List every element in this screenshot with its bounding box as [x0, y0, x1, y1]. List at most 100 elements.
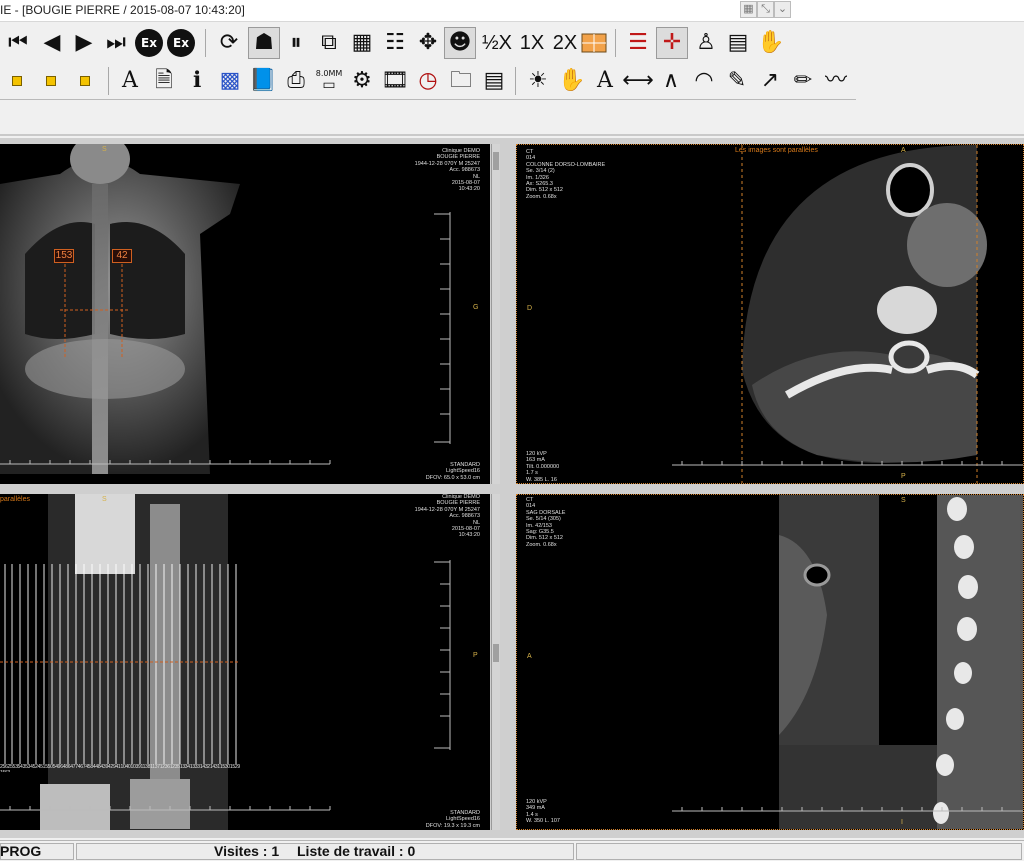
print-button[interactable]: ⎙	[280, 65, 312, 97]
target-person-button[interactable]: ✛	[656, 27, 688, 59]
person-button[interactable]: ♙	[690, 27, 722, 59]
pencil-d-icon: ✏	[793, 68, 813, 93]
scale-button[interactable]: 8.0MM ▭	[313, 65, 345, 97]
hand-d-icon: ✋	[558, 68, 586, 93]
image-viewer: 153 42 S G Clinique DEMO BOUGIE PIERRE 1…	[0, 138, 1024, 838]
patient-info: Clinique DEMO BOUGIE PIERRE 1944-12-28 0…	[414, 148, 480, 193]
stack-button[interactable]: ▤	[722, 27, 754, 59]
pixel-grid-button[interactable]: ▩	[214, 65, 246, 97]
marker-row-3-button[interactable]	[68, 65, 102, 97]
split-view-icon: ⧉	[321, 30, 337, 55]
multi-patient-button[interactable]: ☷	[379, 27, 411, 59]
rotate-icon: ⟳	[219, 30, 239, 55]
film-icon: 🎞	[381, 68, 409, 93]
app-window: IE - [BOUGIE PIERRE / 2015-08-07 10:43:2…	[0, 0, 1024, 861]
rotate-button[interactable]: ⟳	[213, 27, 245, 59]
text-d-icon: A	[597, 68, 613, 93]
viewport-scout[interactable]: 153 42 S G Clinique DEMO BOUGIE PIERRE 1…	[0, 144, 490, 484]
stack-icon: ▤	[727, 30, 749, 55]
move-arrows-icon: ✥	[418, 30, 438, 55]
chevron-down-icon[interactable]: ⌄	[774, 1, 791, 18]
single-body-button[interactable]: ☗	[248, 27, 280, 59]
status-panel	[576, 843, 1022, 860]
toolbar-tools: A 🗎 ℹ ▩ 📘 ⎙ 8.0MM ▭ ⚙ 🎞 ◷ 🗀 ▤ ☀ ✋ A ⟷ ∧ ◠…	[0, 62, 856, 100]
marker-row-2-button[interactable]	[34, 65, 68, 97]
text-tool-button[interactable]: A	[114, 65, 146, 97]
coronal-scrollbar[interactable]	[491, 494, 500, 830]
pencil-d-button[interactable]: ✏	[787, 65, 819, 97]
multi-patient-icon: ☷	[385, 30, 405, 55]
scrollbar-thumb[interactable]	[493, 644, 499, 662]
grid-layout-button[interactable]: ▦	[346, 27, 378, 59]
scrollbar-thumb[interactable]	[493, 152, 499, 170]
link-button[interactable]: ⚙	[346, 65, 378, 97]
hand-d-button[interactable]: ✋	[556, 65, 588, 97]
viewport-coronal[interactable]: parallèles S P 256 255 354 353 452 451 5…	[0, 494, 490, 830]
acquisition-info: 120 kVP 163 mA Tilt. 0.000000 1.7 s W. 3…	[526, 451, 560, 483]
parallel-annotation: Les images sont parallèles	[735, 147, 818, 154]
viewport-axial[interactable]: Les images sont parallèles A D P CT 014 …	[516, 144, 1024, 484]
first-image-button[interactable]: ⏮	[2, 27, 34, 59]
angle-d-icon: ∧	[662, 68, 680, 93]
clock-button[interactable]: ◷	[412, 65, 444, 97]
maximize-icon[interactable]: ▦	[740, 1, 757, 18]
patient-info: Clinique DEMO BOUGIE PIERRE 1944-12-28 0…	[414, 494, 480, 539]
ex-prev-icon: Ex	[141, 36, 157, 50]
ruler-person-button[interactable]: ☰	[622, 27, 654, 59]
coronal-image	[0, 494, 490, 830]
line-d-button[interactable]: ⟷	[622, 65, 654, 97]
brightness-button[interactable]: ☀	[522, 65, 554, 97]
separator	[205, 29, 206, 57]
marker-label-right: 42	[112, 249, 132, 263]
ex-next-icon: Ex	[173, 36, 189, 50]
orientation-top: S	[102, 146, 107, 153]
orientation-right: P	[473, 652, 478, 659]
marker-label-left: 153	[54, 249, 74, 263]
scout-scrollbar[interactable]	[491, 144, 500, 484]
sagittal-image	[517, 495, 1023, 829]
info-button[interactable]: ℹ	[181, 65, 213, 97]
hand-button[interactable]: ✋	[755, 27, 787, 59]
text-d-button[interactable]: A	[589, 65, 621, 97]
arrow-d-icon: ↗	[760, 68, 780, 93]
next-image-button[interactable]: ▶	[68, 27, 100, 59]
link-icon: ⚙	[352, 68, 372, 93]
prev-image-button[interactable]: ◀	[36, 27, 68, 59]
viewport-sagittal[interactable]: S A I CT 014 SAG DORSALE Se. 5/14 (305) …	[516, 494, 1024, 830]
arrow-d-button[interactable]: ↗	[754, 65, 786, 97]
next-image-icon: ▶	[75, 30, 93, 55]
protractor-button[interactable]: ◠	[688, 65, 720, 97]
ex-prev-button[interactable]: Ex	[135, 29, 163, 57]
pixel-grid-icon: ▩	[219, 68, 241, 93]
series-info: STANDARD LightSpeed16 DFOV: 65.0 x 53.0 …	[425, 462, 480, 481]
last-image-button[interactable]: ⏭	[100, 27, 132, 59]
zoom-half-button[interactable]: ½X	[478, 27, 516, 59]
freehand-d-icon: 〰	[824, 68, 847, 93]
series-info: CT 014 COLONNE DORSO-LOMBAIRE Se. 3/14 (…	[526, 149, 606, 200]
split-view-button[interactable]: ⧉	[313, 27, 345, 59]
visits-count: Visites : 1	[214, 843, 280, 859]
angle-d-button[interactable]: ∧	[655, 65, 687, 97]
orientation-left: D	[527, 305, 533, 312]
title-bar: IE - [BOUGIE PIERRE / 2015-08-07 10:43:2…	[0, 0, 1024, 22]
grid-layout-icon: ▦	[351, 30, 373, 55]
patient-button[interactable]: ☻	[444, 27, 476, 59]
marker-row-3-icon	[80, 76, 90, 86]
hand-icon: ✋	[757, 30, 785, 55]
freehand-d-button[interactable]: 〰	[820, 65, 852, 97]
ruler-button[interactable]: ▤	[478, 65, 510, 97]
restore-icon[interactable]: ⤡	[757, 1, 774, 18]
folder-button[interactable]: 🗀	[445, 65, 477, 97]
text-tool-icon: A	[122, 68, 138, 93]
ex-next-button[interactable]: Ex	[167, 29, 195, 57]
book-button[interactable]: 📘	[247, 65, 279, 97]
document-button[interactable]: 🗎	[148, 65, 180, 97]
marker-row-1-button[interactable]	[0, 65, 34, 97]
pen-d-button[interactable]: ✎	[721, 65, 753, 97]
film-button[interactable]: 🎞	[379, 65, 411, 97]
layout-grid-button[interactable]	[578, 27, 610, 59]
pause-button[interactable]: ⏸	[280, 27, 312, 59]
scout-image	[0, 144, 490, 484]
move-arrows-button[interactable]: ✥	[412, 27, 444, 59]
ruler-icon: ▤	[483, 68, 505, 93]
